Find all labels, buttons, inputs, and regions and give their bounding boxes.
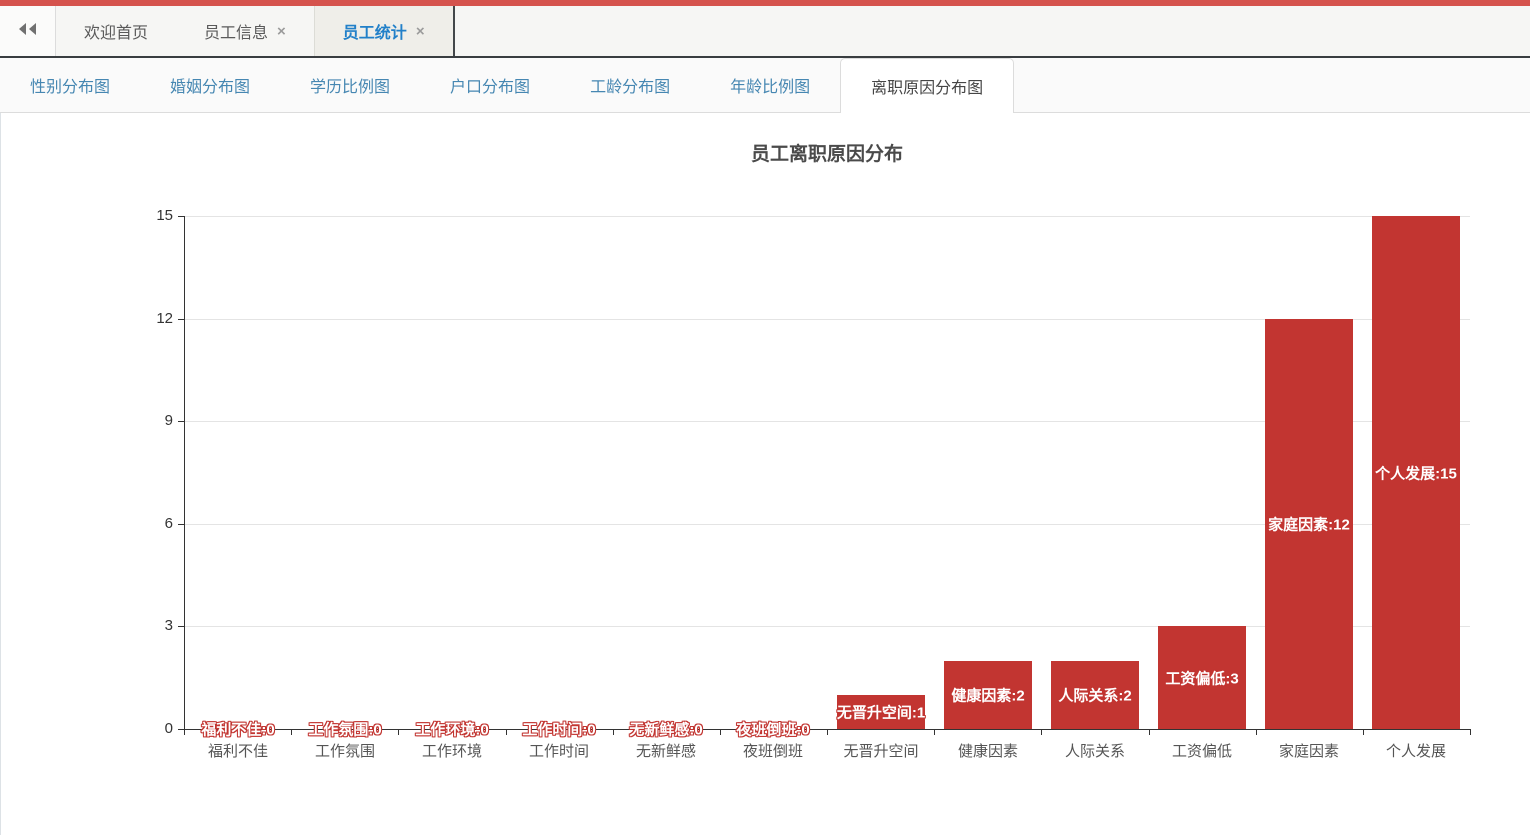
x-tick — [934, 729, 935, 735]
x-tick — [398, 729, 399, 735]
x-axis-category-label: 人际关系 — [1065, 740, 1125, 761]
window-tab-label: 欢迎首页 — [84, 19, 148, 43]
chart-type-tab-bar: 性别分布图婚姻分布图学历比例图户口分布图工龄分布图年龄比例图离职原因分布图 — [0, 58, 1530, 113]
y-axis-label: 15 — [139, 207, 173, 224]
x-axis-category-label: 个人发展 — [1386, 740, 1446, 761]
window-tab-欢迎首页[interactable]: 欢迎首页 — [56, 6, 176, 56]
x-axis-category-label: 无新鲜感 — [636, 740, 696, 761]
x-tick — [1470, 729, 1471, 735]
chart-tab-学历比例图[interactable]: 学历比例图 — [280, 58, 420, 112]
x-tick — [720, 729, 721, 735]
chart-tab-户口分布图[interactable]: 户口分布图 — [420, 58, 560, 112]
window-tab-label: 员工统计 — [343, 19, 407, 43]
bar-value-label: 夜班倒班:0 — [736, 719, 809, 740]
x-tick — [291, 729, 292, 735]
x-tick — [1149, 729, 1150, 735]
bar-value-label: 工作氛围:0 — [308, 719, 381, 740]
x-axis-category-label: 福利不佳 — [208, 740, 268, 761]
chart-tab-年龄比例图[interactable]: 年龄比例图 — [700, 58, 840, 112]
x-tick — [1256, 729, 1257, 735]
x-axis-category-label: 无晋升空间 — [843, 740, 918, 761]
x-axis-category-label: 夜班倒班 — [743, 740, 803, 761]
bar-value-label: 家庭因素:12 — [1268, 514, 1350, 535]
bar-value-label: 健康因素:2 — [951, 685, 1024, 706]
x-tick — [506, 729, 507, 735]
chart-panel: 员工离职原因分布 0 3 6 9 12 15 福利不佳:0福利不佳 工作氛围:0工作氛围 工作环… — [0, 113, 1530, 835]
x-tick — [184, 729, 185, 735]
y-axis-label: 6 — [139, 515, 173, 532]
bar-value-label: 福利不佳:0 — [201, 719, 274, 740]
x-axis-category-label: 工作时间 — [529, 740, 589, 761]
y-axis-line — [184, 216, 185, 729]
window-tab-label: 员工信息 — [204, 19, 268, 43]
x-axis-category-label: 工作氛围 — [315, 740, 375, 761]
x-axis-category-label: 工作环境 — [422, 740, 482, 761]
window-tab-员工信息[interactable]: 员工信息 × — [176, 6, 314, 56]
x-tick — [827, 729, 828, 735]
tabs-scroll-left-button[interactable] — [0, 6, 56, 56]
chart-tab-离职原因分布图[interactable]: 离职原因分布图 — [840, 58, 1014, 113]
x-tick — [1363, 729, 1364, 735]
bar-value-label: 人际关系:2 — [1058, 685, 1131, 706]
x-axis-category-label: 工资偏低 — [1172, 740, 1232, 761]
close-icon[interactable]: × — [416, 23, 425, 40]
bar-value-label: 工资偏低:3 — [1165, 668, 1238, 689]
window-tab-bar: 欢迎首页 员工信息 × 员工统计 × — [0, 6, 1530, 58]
bar-value-label: 个人发展:15 — [1375, 463, 1457, 484]
y-axis-label: 9 — [139, 412, 173, 429]
bar-value-label: 工作环境:0 — [415, 719, 488, 740]
chart-tab-工龄分布图[interactable]: 工龄分布图 — [560, 58, 700, 112]
window-tab-员工统计[interactable]: 员工统计 × — [314, 6, 455, 56]
x-axis-category-label: 家庭因素 — [1279, 740, 1339, 761]
close-icon[interactable]: × — [277, 23, 286, 40]
bar-value-label: 工作时间:0 — [522, 719, 595, 740]
gridline-15 — [184, 216, 1470, 217]
y-axis-label: 0 — [139, 720, 173, 737]
double-left-chevron-icon — [17, 22, 39, 41]
y-axis-label: 12 — [139, 310, 173, 327]
x-axis-category-label: 健康因素 — [958, 740, 1018, 761]
chart-tab-性别分布图[interactable]: 性别分布图 — [0, 58, 140, 112]
bar-value-label: 无新鲜感:0 — [629, 719, 702, 740]
x-tick — [1041, 729, 1042, 735]
x-tick — [613, 729, 614, 735]
chart-title: 员工离职原因分布 — [184, 139, 1470, 166]
y-axis-label: 3 — [139, 617, 173, 634]
bar-value-label: 无晋升空间:1 — [837, 702, 925, 723]
chart-tab-婚姻分布图[interactable]: 婚姻分布图 — [140, 58, 280, 112]
